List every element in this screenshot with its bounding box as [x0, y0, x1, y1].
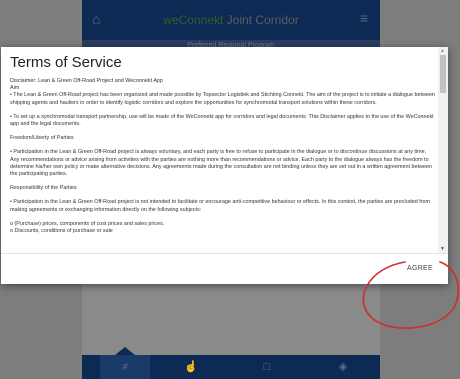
nav-tab-map[interactable]: □ — [242, 355, 292, 379]
dialog-title: Terms of Service — [10, 54, 122, 71]
thumbs-up-icon: ☝ — [184, 361, 198, 373]
terms-paragraph: • Participation in the Lean & Green Off-… — [10, 199, 430, 213]
terms-list-item: o Discounts, conditions of purchase or s… — [10, 228, 113, 235]
terms-scroll-area[interactable]: Terms of Service Disclaimer: Lean & Gree… — [1, 47, 437, 253]
scroll-down-icon[interactable]: ▼ — [440, 246, 445, 252]
app-title-rest: Joint Corridor — [226, 13, 299, 27]
menu-icon[interactable]: ≡ — [360, 10, 368, 26]
nav-tab-like[interactable]: ☝ — [166, 355, 216, 379]
nav-tab-filter[interactable]: ≠ — [100, 355, 150, 379]
bottom-nav: ≠ ☝ □ ◈ — [82, 347, 380, 379]
tag-icon: ◈ — [338, 361, 348, 373]
terms-content: Disclaimer: Lean & Green Off-Road Projec… — [10, 78, 435, 235]
app-header: ⌂ weConnekt Joint Corridor ≡ — [82, 0, 380, 40]
agree-button[interactable]: AGREE — [404, 263, 436, 274]
scroll-up-icon[interactable]: ▲ — [440, 48, 445, 54]
nav-active-notch — [115, 347, 135, 355]
terms-paragraph: • The Lean & Green Off-Road project has … — [10, 92, 435, 106]
terms-heading: Freedom/Liberty of Parties — [10, 135, 74, 142]
nav-tab-tag[interactable]: ◈ — [318, 355, 368, 379]
terms-dialog: Terms of Service Disclaimer: Lean & Gree… — [1, 47, 448, 284]
scrollbar-thumb[interactable] — [440, 55, 446, 93]
terms-paragraph: • To set up a synchromodal transport par… — [10, 113, 434, 128]
filter-icon: ≠ — [121, 361, 129, 373]
terms-paragraph: • Participation in the Lean & Green Off-… — [10, 149, 432, 178]
app-brand: weConnekt — [163, 13, 224, 27]
map-icon: □ — [263, 361, 271, 373]
app-title: weConnekt Joint Corridor — [82, 13, 380, 27]
terms-heading: Aim — [10, 85, 20, 92]
dialog-footer: AGREE — [1, 253, 448, 285]
terms-list-item: o (Purchase) prices, components of cost … — [10, 220, 165, 227]
terms-paragraph: Disclaimer: Lean & Green Off-Road Projec… — [10, 78, 163, 84]
scrollbar[interactable]: ▲ ▼ — [438, 47, 448, 253]
terms-heading: Responsibility of the Parties — [10, 185, 77, 192]
